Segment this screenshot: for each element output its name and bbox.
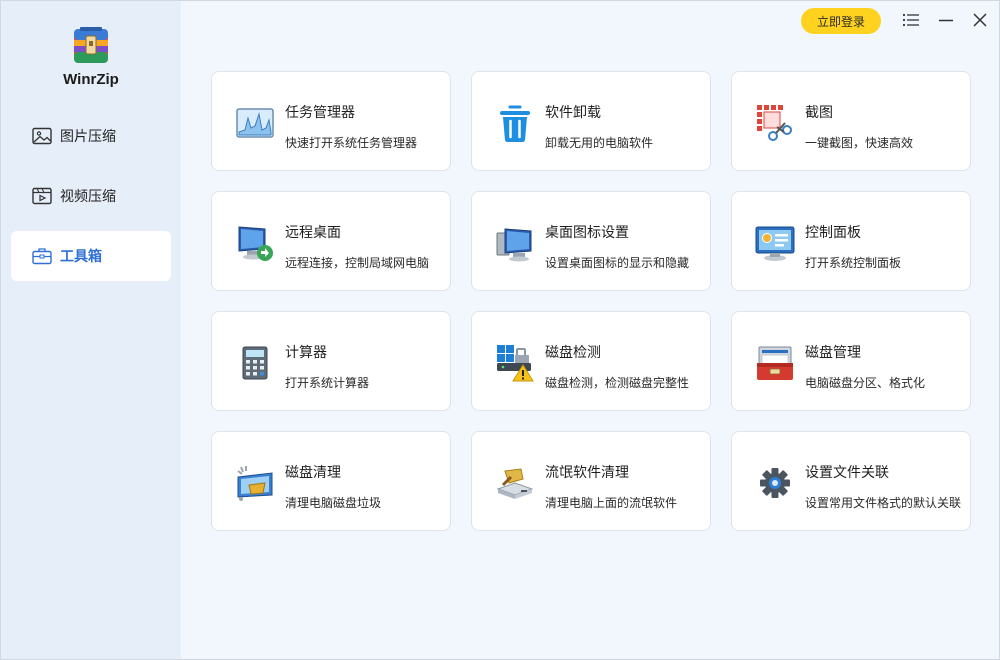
disk-cleanup-icon [234, 462, 276, 504]
tool-title: 流氓软件清理 [545, 465, 629, 481]
logo-area: WinrZip [1, 25, 181, 88]
tool-title: 设置文件关联 [805, 465, 889, 481]
image-icon [31, 125, 53, 147]
screenshot-icon [754, 102, 796, 144]
disk-management-icon [754, 342, 796, 384]
tool-card-control-panel[interactable]: 控制面板 打开系统控制面板 [731, 191, 971, 291]
tool-title: 软件卸载 [545, 105, 601, 121]
tool-description: 清理电脑上面的流氓软件 [545, 496, 678, 510]
login-button[interactable]: 立即登录 [801, 8, 881, 34]
tool-card-disk-management[interactable]: 磁盘管理 电脑磁盘分区、格式化 [731, 311, 971, 411]
tool-description: 设置桌面图标的显示和隐藏 [545, 256, 690, 270]
tool-card-remote-desktop[interactable]: 远程桌面 远程连接，控制局域网电脑 [211, 191, 451, 291]
app-window: WinrZip 图片压缩 视频压缩 工具箱 立即登录 任务管理器 快速打开系统任… [0, 0, 1000, 660]
sidebar-item-label: 工具箱 [60, 249, 102, 265]
tool-title: 计算器 [285, 345, 327, 361]
minimize-icon[interactable] [936, 10, 956, 30]
tool-card-rogue-software-cleanup[interactable]: 流氓软件清理 清理电脑上面的流氓软件 [471, 431, 711, 531]
tool-card-file-association[interactable]: 设置文件关联 设置常用文件格式的默认关联 [731, 431, 971, 531]
tool-title: 控制面板 [805, 225, 861, 241]
tool-title: 磁盘检测 [545, 345, 601, 361]
video-icon [31, 185, 53, 207]
toolbox-icon [31, 245, 53, 267]
tool-description: 一键截图，快速高效 [805, 136, 914, 150]
tool-title: 任务管理器 [285, 105, 355, 121]
desktop-icons-icon [494, 222, 536, 264]
tool-description: 远程连接，控制局域网电脑 [285, 256, 430, 270]
control-panel-icon [754, 222, 796, 264]
tool-title: 桌面图标设置 [545, 225, 629, 241]
menu-icon[interactable] [901, 10, 921, 30]
tool-card-calculator[interactable]: 计算器 打开系统计算器 [211, 311, 451, 411]
tool-title: 磁盘管理 [805, 345, 861, 361]
tool-description: 清理电脑磁盘垃圾 [285, 496, 382, 510]
tool-title: 磁盘清理 [285, 465, 341, 481]
tool-description: 磁盘检测，检测磁盘完整性 [545, 376, 690, 390]
task-manager-icon [234, 102, 276, 144]
remote-desktop-icon [234, 222, 276, 264]
tool-description: 快速打开系统任务管理器 [285, 136, 418, 150]
trash-icon [494, 102, 536, 144]
sidebar-item-image-compress[interactable]: 图片压缩 [11, 111, 171, 161]
disk-check-icon [494, 342, 536, 384]
sidebar-item-label: 图片压缩 [60, 129, 116, 145]
tool-card-desktop-icons[interactable]: 桌面图标设置 设置桌面图标的显示和隐藏 [471, 191, 711, 291]
sidebar-item-toolbox[interactable]: 工具箱 [11, 231, 171, 281]
rogue-software-icon [494, 462, 536, 504]
close-icon[interactable] [970, 10, 990, 30]
tool-description: 设置常用文件格式的默认关联 [805, 496, 962, 510]
tool-description: 打开系统计算器 [285, 376, 370, 390]
sidebar-item-video-compress[interactable]: 视频压缩 [11, 171, 171, 221]
sidebar-item-label: 视频压缩 [60, 189, 116, 205]
sidebar: WinrZip 图片压缩 视频压缩 工具箱 [1, 1, 181, 659]
gear-icon [754, 462, 796, 504]
calculator-icon [234, 342, 276, 384]
tool-card-uninstall[interactable]: 软件卸载 卸载无用的电脑软件 [471, 71, 711, 171]
tool-description: 电脑磁盘分区、格式化 [805, 376, 926, 390]
winrzip-logo-icon [74, 27, 108, 63]
tool-title: 远程桌面 [285, 225, 341, 241]
tool-title: 截图 [805, 105, 833, 121]
tool-card-disk-check[interactable]: 磁盘检测 磁盘检测，检测磁盘完整性 [471, 311, 711, 411]
tool-description: 打开系统控制面板 [805, 256, 902, 270]
tool-card-disk-cleanup[interactable]: 磁盘清理 清理电脑磁盘垃圾 [211, 431, 451, 531]
tool-card-screenshot[interactable]: 截图 一键截图，快速高效 [731, 71, 971, 171]
app-name: WinrZip [63, 71, 119, 88]
tool-card-task-manager[interactable]: 任务管理器 快速打开系统任务管理器 [211, 71, 451, 171]
tool-description: 卸载无用的电脑软件 [545, 136, 654, 150]
